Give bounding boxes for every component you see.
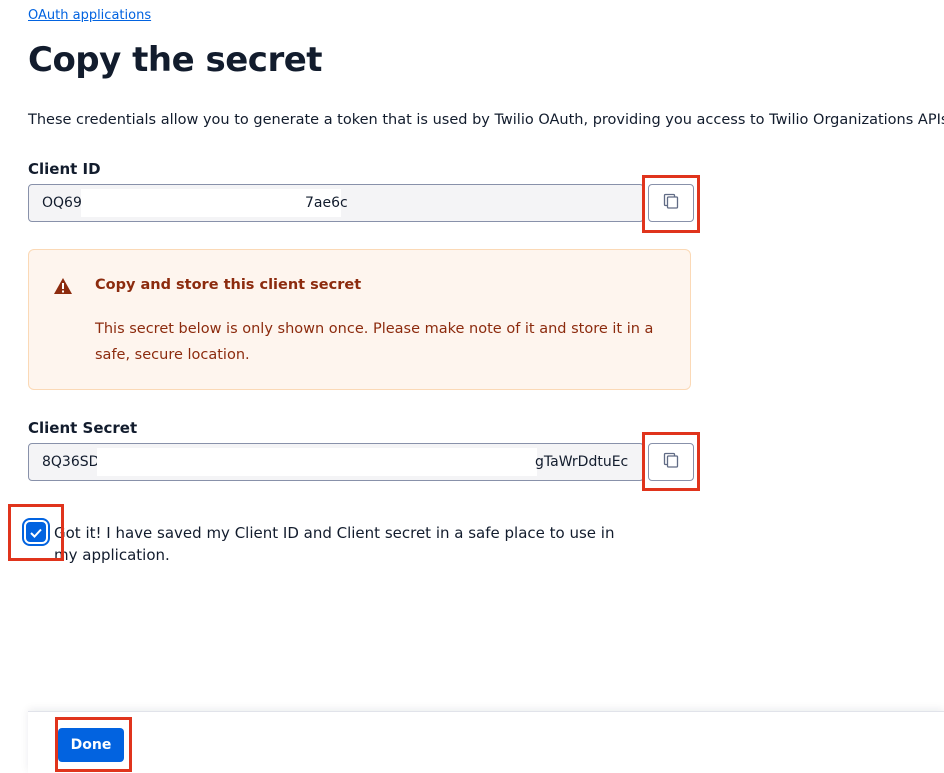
copy-icon [662,451,680,473]
client-secret-field[interactable]: 8Q36SD gTaWrDdtuEc [28,443,644,481]
client-id-value-start: OQ69 [42,195,82,211]
confirm-saved-checkbox[interactable] [26,522,46,542]
client-secret-label: Client Secret [28,419,138,437]
client-secret-redaction [97,448,537,476]
copy-icon [662,192,680,214]
client-secret-value-end: gTaWrDdtuEc [535,454,629,470]
client-id-label: Client ID [28,160,101,178]
secret-warning-callout: Copy and store this client secret This s… [28,249,691,390]
warning-body: This secret below is only shown once. Pl… [95,321,654,363]
client-id-value-end: 7ae6c [305,195,348,211]
warning-title: Copy and store this client secret [95,277,362,293]
copy-client-id-button[interactable] [648,184,694,222]
done-button[interactable]: Done [58,728,124,762]
client-secret-value-start: 8Q36SD [42,454,100,470]
confirm-saved-label: Got it! I have saved my Client ID and Cl… [54,524,615,564]
footer-bar: Done [28,711,944,773]
breadcrumb-oauth-applications[interactable]: OAuth applications [28,8,151,23]
client-id-redaction [81,189,341,217]
copy-client-secret-button[interactable] [648,443,694,481]
client-id-field[interactable]: OQ69 7ae6c [28,184,644,222]
page-title: Copy the secret [28,40,323,80]
warning-triangle-icon [53,277,73,299]
page-description: These credentials allow you to generate … [28,112,944,128]
checkmark-icon [30,523,42,542]
